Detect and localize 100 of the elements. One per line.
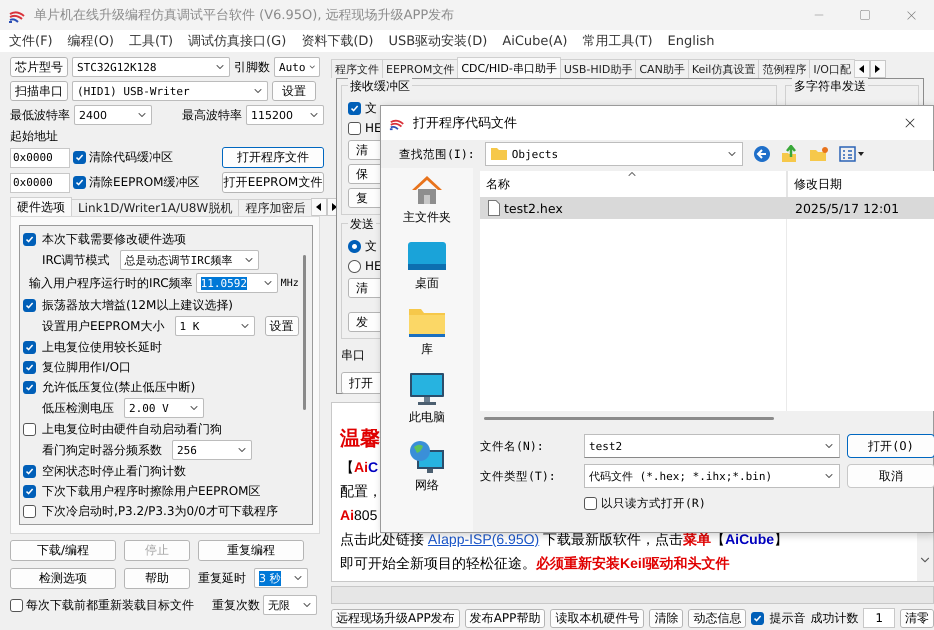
menu-item[interactable]: 文件(F) [9, 32, 53, 50]
checkbox[interactable] [23, 298, 36, 312]
menu-item[interactable]: 工具(T) [129, 32, 174, 50]
arrow-right-icon[interactable] [874, 65, 881, 73]
toolbar-button[interactable]: 读取本机硬件号 [550, 608, 644, 628]
dropdown[interactable]: 2400 [74, 105, 152, 125]
group-title: 多字符串发送 [792, 78, 868, 95]
action-button[interactable]: 帮助 [124, 568, 190, 588]
dropdown[interactable]: 256 [172, 440, 252, 460]
tab[interactable]: CDC/HID-串口助手 [457, 57, 561, 78]
action-button[interactable]: 重复编程 [198, 540, 304, 561]
tab[interactable]: 范例程序 [758, 59, 810, 78]
checkbox[interactable] [23, 340, 36, 354]
check-icon [350, 104, 359, 112]
checkbox-label: 每次下载前都重新装载目标文件 [26, 596, 194, 614]
radio-button[interactable] [348, 240, 361, 252]
tab[interactable]: 硬件选项 [10, 197, 72, 216]
action-button[interactable]: 下载/编程 [10, 540, 116, 561]
cancel-button[interactable]: 取消 [847, 464, 934, 488]
field-label: 引脚数 [234, 58, 270, 76]
checkbox[interactable] [23, 232, 36, 246]
menu-item[interactable]: AiCube(A) [502, 34, 568, 48]
field-label: IRC调节模式 [42, 252, 110, 268]
menu-item[interactable]: English [668, 34, 714, 48]
checkbox-label: 允许低压复位(禁止低压中断) [42, 378, 196, 396]
dropdown[interactable]: 3 秒 [254, 568, 308, 588]
checkbox[interactable] [23, 360, 36, 374]
dropdown[interactable]: 115200 [246, 105, 324, 125]
address-field[interactable]: 0x0000 [10, 148, 70, 168]
checkbox[interactable] [751, 612, 764, 624]
address-field[interactable]: 0x0000 [10, 172, 70, 192]
arrow-left-icon[interactable] [316, 203, 322, 211]
open-button[interactable]: 打开(O) [847, 434, 934, 458]
toolbar-button[interactable]: 远程现场升级APP发布 [331, 608, 460, 628]
checkbox-label: 空闲状态时停止看门狗计数 [42, 462, 186, 480]
dropdown[interactable]: 11.0592 [196, 273, 278, 293]
toolbar-button[interactable]: 清除 [649, 608, 684, 628]
file-type-dropdown[interactable]: 代码文件 (*.hex; *.ihx;*.bin) [584, 464, 840, 488]
checkbox[interactable] [348, 122, 361, 134]
file-name-field[interactable]: test2 [584, 434, 840, 458]
dropdown[interactable]: 无限 [263, 595, 317, 615]
up-folder-icon[interactable] [780, 145, 799, 163]
dropdown[interactable]: STC32G12K128 [72, 57, 230, 77]
arrow-left-icon[interactable] [858, 65, 865, 73]
dropdown[interactable]: 1 K [174, 316, 255, 336]
radio-button[interactable] [348, 260, 361, 272]
field-label: 看门狗定时器分频系数 [42, 442, 162, 458]
radio-label: 文 [365, 238, 377, 254]
checkbox[interactable] [10, 598, 23, 612]
open-file-button[interactable]: 打开程序文件 [222, 147, 324, 168]
checkbox[interactable] [73, 151, 86, 164]
desktop-icon [407, 240, 447, 272]
open-file-button[interactable]: 打开EEPROM文件 [222, 172, 324, 193]
scroll-bar[interactable] [302, 255, 306, 410]
dropdown[interactable]: 总是动态调节IRC频率 [120, 250, 259, 270]
menu-item[interactable]: 编程(O) [68, 32, 114, 50]
back-icon[interactable] [752, 145, 771, 163]
tab[interactable]: Link1D/Writer1A/U8W脱机 [71, 199, 240, 216]
settings-button[interactable]: 设置 [272, 81, 316, 101]
checkbox[interactable] [23, 380, 36, 394]
notice-heading: 温馨 [340, 427, 380, 452]
checkbox[interactable] [23, 484, 36, 498]
field-label: 文件类型(T): [480, 468, 557, 484]
new-folder-icon[interactable] [808, 145, 829, 163]
menu-item[interactable]: 资料下载(D) [301, 32, 374, 50]
checkbox[interactable] [23, 504, 36, 518]
field-label: 设置用户EEPROM大小 [42, 318, 165, 334]
menu-item[interactable]: 常用工具(T) [582, 32, 653, 50]
scroll-bar[interactable] [484, 417, 774, 420]
checkbox[interactable] [348, 102, 361, 114]
dropdown[interactable]: (HID1) USB-Writer [72, 81, 268, 101]
toolbar-button[interactable]: 动态信息 [688, 608, 746, 628]
tab[interactable]: Keil仿真设置 [688, 59, 760, 78]
tab[interactable]: 程序文件 [331, 59, 383, 78]
menu-item[interactable]: USB驱动安装(D) [388, 32, 488, 50]
checkbox[interactable] [23, 422, 36, 436]
scan-port-button[interactable]: 扫描串口 [10, 81, 68, 101]
place-item[interactable]: 网络 [387, 440, 467, 494]
tab[interactable]: I/O口配 [809, 59, 855, 78]
dropdown[interactable]: Auto [274, 57, 320, 77]
action-button[interactable]: 检测选项 [10, 568, 116, 588]
arrow-right-icon[interactable] [332, 203, 338, 211]
chip-model-button[interactable]: 芯片型号 [10, 57, 68, 77]
reset-button[interactable]: 清零 [900, 608, 934, 628]
view-menu-icon[interactable] [838, 145, 865, 163]
field-label: 输入用户程序运行时的IRC频率 [29, 274, 193, 292]
tab[interactable]: 程序加密后 [238, 199, 312, 216]
look-in-dropdown[interactable]: Objects [484, 142, 743, 166]
toolbar-button[interactable]: 发布APP帮助 [464, 608, 546, 628]
file-row[interactable]: test2.hex 2025/5/17 12:01 [480, 197, 934, 219]
unit-label: MHz [280, 278, 299, 288]
settings-button[interactable]: 设置 [264, 316, 299, 336]
menu-item[interactable]: 调试仿真接口(G) [188, 32, 286, 50]
checkbox[interactable] [73, 176, 86, 189]
notice-line: 即可开始全新项目的轻松征途。必须重新安装Keil驱动和头文件 [340, 554, 730, 573]
checkbox-label: 上电复位使用较长延时 [42, 338, 162, 356]
dropdown[interactable]: 2.00 V [124, 398, 204, 418]
checkbox[interactable] [23, 464, 36, 478]
checkbox[interactable] [584, 496, 597, 510]
download-link[interactable]: AIapp-ISP(6.95O) [428, 531, 540, 547]
